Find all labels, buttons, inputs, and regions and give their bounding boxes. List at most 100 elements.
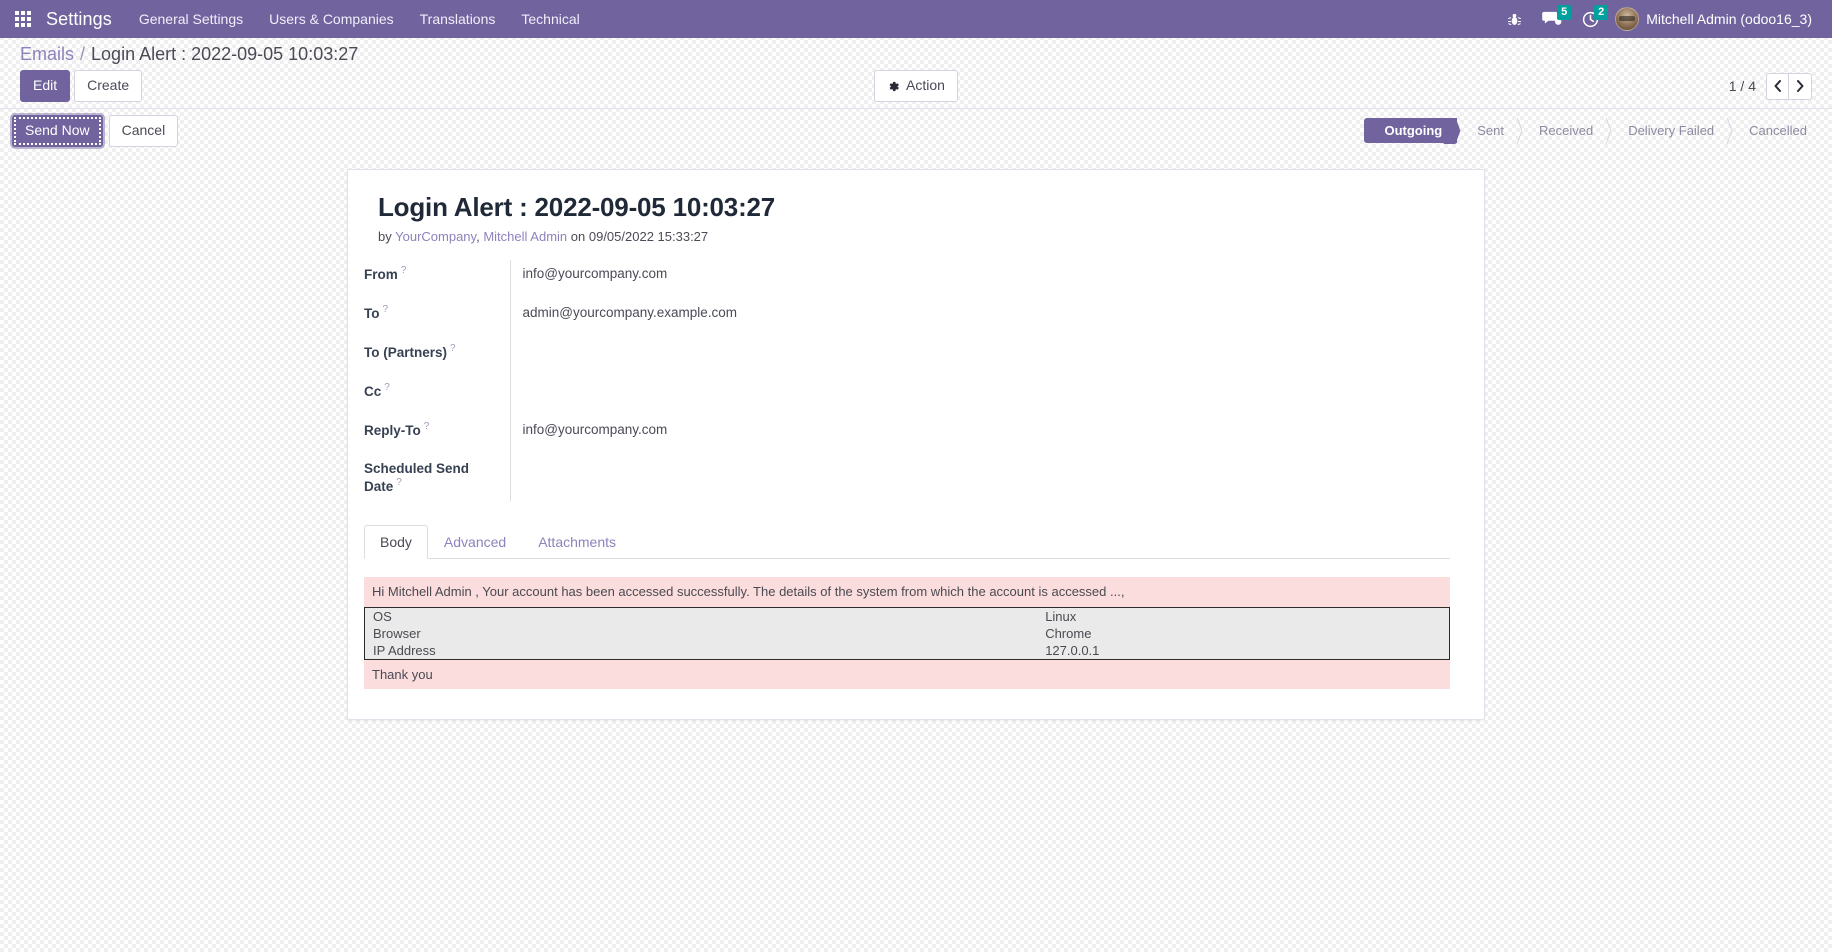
- status-stage-received[interactable]: Received: [1519, 118, 1608, 143]
- status-stage-delivery-failed[interactable]: Delivery Failed: [1608, 118, 1729, 143]
- breadcrumb: Emails / Login Alert : 2022-09-05 10:03:…: [0, 38, 1832, 70]
- field-label-to: To: [364, 305, 380, 321]
- detail-value-browser: Chrome: [1045, 625, 1092, 641]
- detail-value-ip-address: 127.0.0.1: [1045, 642, 1100, 658]
- record-author-line: by YourCompany, Mitchell Admin on 09/05/…: [378, 229, 1450, 244]
- record-fields-table: From? info@yourcompany.com To? admin@you…: [364, 259, 1451, 502]
- messages-button[interactable]: 5: [1534, 5, 1572, 31]
- apps-menu-button[interactable]: [8, 4, 38, 34]
- status-stage-sent[interactable]: Sent: [1457, 118, 1519, 143]
- author-user-link[interactable]: Mitchell Admin: [483, 229, 567, 244]
- pager-next-button[interactable]: [1789, 72, 1812, 100]
- field-row-to-partners: To (Partners)?: [364, 337, 1450, 367]
- chevron-left-icon: [1774, 80, 1781, 92]
- row-spacer: [364, 327, 1450, 338]
- field-label-cell-to-partners: To (Partners)?: [364, 337, 511, 367]
- field-value-reply-to: info@yourcompany.com: [522, 421, 668, 437]
- row-spacer: [364, 366, 1450, 377]
- user-menu-button[interactable]: Mitchell Admin (odoo16_3): [1611, 5, 1818, 33]
- breadcrumb-parent-emails[interactable]: Emails: [20, 44, 74, 65]
- tab-advanced[interactable]: Advanced: [428, 525, 522, 559]
- navbar-systray: 5 2 Mitchell Admin (odoo16_3): [1499, 4, 1822, 33]
- field-row-scheduled-send-date: Scheduled Send Date?: [364, 454, 1451, 502]
- tab-body[interactable]: Body: [364, 525, 428, 560]
- field-label-scheduled-send-date: Scheduled Send Date: [364, 460, 470, 495]
- send-now-button[interactable]: Send Now: [12, 115, 103, 147]
- control-panel-buttons: Edit Create: [20, 70, 143, 102]
- form-statusbar-row: Send Now Cancel Outgoing Sent Received D…: [0, 108, 1832, 153]
- help-icon-to[interactable]: ?: [383, 304, 389, 315]
- detail-value-os: Linux: [1045, 608, 1077, 624]
- detail-key-browser: Browser: [373, 625, 421, 641]
- notebook: Body Advanced Attachments Hi Mitchell Ad…: [364, 525, 1450, 690]
- field-label-cell-to: To?: [364, 298, 511, 328]
- chevron-right-icon: [1796, 80, 1803, 92]
- pager: 1 / 4: [1728, 72, 1812, 100]
- menu-item-translations[interactable]: Translations: [407, 3, 509, 35]
- menu-item-technical[interactable]: Technical: [508, 3, 592, 35]
- field-value-from: info@yourcompany.com: [522, 265, 668, 281]
- tab-attachments[interactable]: Attachments: [522, 525, 632, 559]
- author-prefix: by: [378, 228, 392, 244]
- help-icon-cc[interactable]: ?: [384, 382, 390, 393]
- field-row-cc: Cc?: [364, 376, 1450, 406]
- field-value-cell-cc: [510, 377, 1450, 406]
- breadcrumb-current-record: Login Alert : 2022-09-05 10:03:27: [91, 43, 359, 64]
- table-row: IP Address 127.0.0.1: [365, 642, 1450, 660]
- control-panel: Edit Create Action 1 / 4: [0, 70, 1832, 108]
- activities-counter: 2: [1594, 4, 1609, 20]
- author-date: 09/05/2022 15:33:27: [588, 228, 709, 244]
- help-icon-from[interactable]: ?: [401, 265, 407, 276]
- notebook-tabs: Body Advanced Attachments: [364, 525, 1450, 560]
- detail-key-os: OS: [373, 608, 392, 624]
- field-label-cell-reply-to: Reply-To?: [364, 415, 511, 445]
- table-row: OS Linux: [365, 607, 1450, 625]
- author-on: on: [570, 228, 586, 244]
- field-label-cell-from: From?: [364, 259, 511, 289]
- row-spacer: [364, 444, 1450, 455]
- statusbar-buttons: Send Now Cancel: [12, 115, 179, 147]
- notebook-page-body: Hi Mitchell Admin , Your account has bee…: [364, 559, 1450, 690]
- field-label-reply-to: Reply-To: [364, 422, 421, 438]
- status-stage-outgoing[interactable]: Outgoing: [1364, 118, 1458, 144]
- create-button[interactable]: Create: [74, 70, 143, 102]
- app-brand-settings[interactable]: Settings: [38, 9, 126, 30]
- author-company-link[interactable]: YourCompany: [395, 229, 476, 244]
- activities-button[interactable]: 2: [1574, 4, 1609, 32]
- pager-value: 1 / 4: [1728, 78, 1756, 94]
- menu-item-general-settings[interactable]: General Settings: [126, 3, 256, 35]
- email-body-closing: Thank you: [372, 666, 433, 682]
- edit-button[interactable]: Edit: [20, 70, 71, 102]
- grid-apps-icon: [15, 11, 31, 27]
- debug-bug-button[interactable]: [1499, 8, 1530, 31]
- email-body-greeting: Hi Mitchell Admin , Your account has bee…: [372, 584, 1125, 600]
- author-comma: ,: [476, 228, 480, 244]
- menu-item-users-and-companies[interactable]: Users & Companies: [256, 3, 407, 35]
- action-label: Action: [906, 77, 945, 94]
- help-icon-scheduled-send-date[interactable]: ?: [396, 477, 402, 488]
- field-row-from: From? info@yourcompany.com: [364, 259, 1450, 289]
- help-icon-reply-to[interactable]: ?: [424, 421, 430, 432]
- user-name-label: Mitchell Admin (odoo16_3): [1646, 11, 1812, 27]
- action-menu-button[interactable]: Action: [874, 70, 958, 102]
- messages-counter: 5: [1557, 5, 1572, 20]
- help-icon-to-partners[interactable]: ?: [450, 343, 456, 354]
- detail-key-ip-address: IP Address: [373, 642, 436, 658]
- field-value-to: admin@yourcompany.example.com: [522, 304, 738, 320]
- status-stage-cancelled[interactable]: Cancelled: [1729, 118, 1822, 143]
- field-value-scheduled-send-date: [523, 460, 1451, 479]
- control-panel-center: Action: [0, 70, 1832, 102]
- field-value-cell-reply-to: info@yourcompany.com: [510, 416, 1450, 445]
- page-title: Login Alert : 2022-09-05 10:03:27: [378, 191, 776, 222]
- top-navbar: Settings General Settings Users & Compan…: [0, 0, 1832, 38]
- field-label-cell-scheduled-send-date: Scheduled Send Date?: [364, 454, 511, 502]
- row-spacer: [364, 405, 1450, 416]
- main-menu: General Settings Users & Companies Trans…: [126, 3, 593, 35]
- pager-previous-button[interactable]: [1766, 72, 1789, 100]
- cancel-button[interactable]: Cancel: [108, 115, 179, 147]
- field-value-cell-to: admin@yourcompany.example.com: [510, 299, 1450, 328]
- pager-buttons: [1766, 72, 1812, 100]
- field-value-cc: [523, 382, 1451, 401]
- status-stages: Outgoing Sent Received Delivery Failed C…: [1364, 118, 1822, 144]
- field-value-cell-to-partners: [510, 338, 1450, 367]
